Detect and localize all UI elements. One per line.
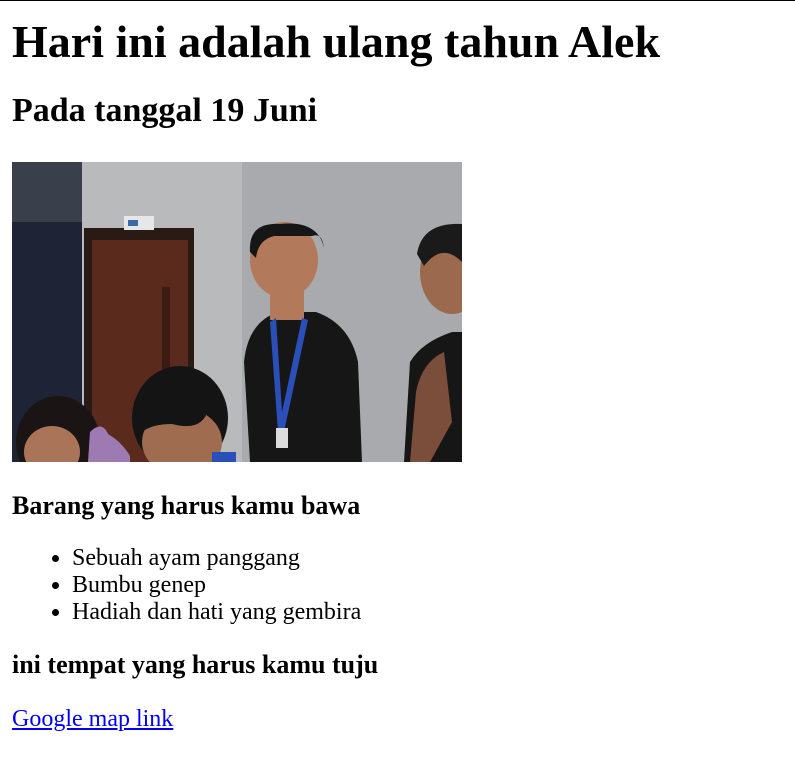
- list-item: Bumbu genep: [72, 572, 783, 599]
- items-section-title: Barang yang harus kamu bawa: [12, 491, 361, 520]
- page-subtitle: Pada tanggal 19 Juni: [12, 92, 318, 129]
- birthday-photo: [12, 162, 462, 462]
- list-item: Hadiah dan hati yang gembira: [72, 599, 783, 626]
- items-list: Sebuah ayam panggang Bumbu genep Hadiah …: [12, 545, 783, 626]
- google-map-link[interactable]: Google map link: [12, 705, 173, 733]
- page-content: Hari ini adalah ulang tahun Alek Pada ta…: [0, 15, 795, 733]
- location-section-title: ini tempat yang harus kamu tuju: [12, 650, 379, 679]
- list-item: Sebuah ayam panggang: [72, 545, 783, 572]
- page-title: Hari ini adalah ulang tahun Alek: [12, 16, 661, 67]
